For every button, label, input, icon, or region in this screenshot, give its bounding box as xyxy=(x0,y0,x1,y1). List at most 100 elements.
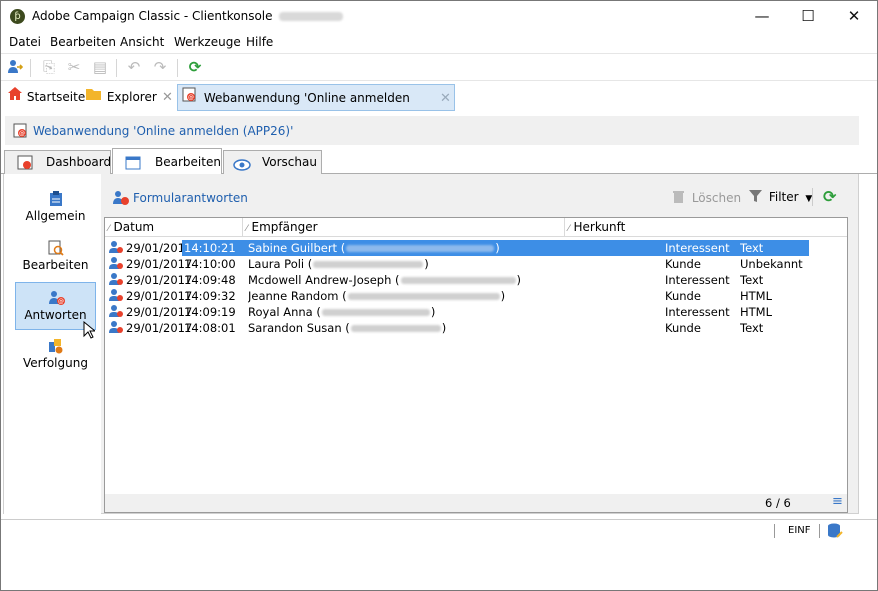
nav-label: Allgemein xyxy=(25,209,86,223)
window-title: Adobe Campaign Classic - Clientkonsole xyxy=(32,9,273,23)
responses-panel: Formularantworten Löschen Filter ▼ ⟳ ⁄ D… xyxy=(104,182,848,513)
close-tab-icon[interactable]: ✕ xyxy=(440,85,451,112)
status-bar: EINF xyxy=(1,519,877,541)
copy-icon[interactable]: ⎘ xyxy=(40,58,58,76)
app-window: ƥ Adobe Campaign Classic - Clientkonsole… xyxy=(0,0,878,591)
delete-label: Löschen xyxy=(691,190,742,205)
cell-recipient: Royal Anna () xyxy=(248,305,436,319)
redacted-user xyxy=(278,12,343,21)
record-count: 6 / 6 xyxy=(765,496,791,510)
cell-format: Unbekannt xyxy=(740,257,803,271)
redo-icon[interactable]: ↷ xyxy=(151,58,169,76)
refresh-icon[interactable]: ⟳ xyxy=(186,58,204,76)
webapp-icon: @ xyxy=(13,123,28,141)
tab-label: Startseite xyxy=(26,90,86,104)
filter-label: Filter xyxy=(768,190,799,204)
table-row[interactable]: 29/01/2017 14:09:48 Mcdowell Andrew-Jose… xyxy=(105,272,847,288)
status-separator xyxy=(774,524,775,538)
form-responses-icon xyxy=(112,190,130,209)
refresh-icon[interactable]: ⟳ xyxy=(823,187,836,206)
document-tabs: Startseite Explorer ✕ @ Webanwendung 'On… xyxy=(1,84,877,132)
minimize-button[interactable]: — xyxy=(739,1,785,32)
page-title: Webanwendung 'Online anmelden (APP26)' xyxy=(33,124,294,138)
nav-bearbeiten[interactable]: Bearbeiten xyxy=(15,233,96,281)
cut-icon[interactable]: ✂ xyxy=(65,58,83,76)
menu-datei[interactable]: Datei xyxy=(9,35,41,49)
app-logo-icon: ƥ xyxy=(10,9,25,24)
column-header-herkunft[interactable]: ⁄ Herkunft xyxy=(565,218,847,237)
responses-icon: @ xyxy=(48,290,65,306)
table-row[interactable]: 29/01/2017 14:08:01 Sarandon Susan () Ku… xyxy=(105,320,847,336)
response-icon xyxy=(109,304,125,320)
menu-ansicht[interactable]: Ansicht xyxy=(120,35,164,49)
tab-explorer[interactable]: Explorer xyxy=(85,84,157,111)
nav-label: Bearbeiten xyxy=(22,258,89,272)
table-row[interactable]: 29/01/2017 14:10:21 Sabine Guilbert () I… xyxy=(105,240,847,256)
filter-icon xyxy=(749,189,762,206)
connect-icon[interactable] xyxy=(6,58,24,76)
cell-format: Text xyxy=(740,241,764,255)
table-row[interactable]: 29/01/2017 14:09:19 Royal Anna () Intere… xyxy=(105,304,847,320)
cell-origin: Kunde xyxy=(665,289,701,303)
close-tab-icon[interactable]: ✕ xyxy=(162,84,173,111)
nav-label: Antworten xyxy=(24,308,87,322)
database-icon[interactable] xyxy=(827,523,843,542)
breadcrumb: @ Webanwendung 'Online anmelden (APP26)' xyxy=(5,116,859,145)
main-area: Allgemein Bearbeiten @ Antworten Verfolg… xyxy=(3,174,859,514)
tab-bearbeiten[interactable]: Bearbeiten xyxy=(112,148,222,175)
cell-time: 14:10:00 xyxy=(184,257,236,271)
toolbar: ⎘ ✂ ▤ ↶ ↷ ⟳ xyxy=(1,53,877,81)
toolbar-separator xyxy=(30,59,31,77)
menu-bearbeiten[interactable]: Bearbeiten xyxy=(50,35,116,49)
cell-date: 29/01/2017 xyxy=(126,289,193,303)
list-menu-icon[interactable]: ≡ xyxy=(832,494,843,509)
cell-time: 14:09:32 xyxy=(184,289,236,303)
tab-dashboard[interactable]: Dashboard xyxy=(4,150,111,174)
table-footer: 6 / 6 ≡ xyxy=(105,494,847,512)
menu-bar: Datei Bearbeiten Ansicht Werkzeuge Hilfe xyxy=(1,32,877,52)
undo-icon[interactable]: ↶ xyxy=(125,58,143,76)
svg-text:@: @ xyxy=(19,130,25,137)
tab-label: Bearbeiten xyxy=(155,155,221,169)
toolbar-separator xyxy=(177,59,178,77)
mouse-cursor-icon xyxy=(83,320,97,342)
cell-date: 29/01/2017 xyxy=(126,321,193,335)
status-separator xyxy=(819,524,820,538)
cell-origin: Kunde xyxy=(665,321,701,335)
menu-hilfe[interactable]: Hilfe xyxy=(246,35,273,49)
close-button[interactable]: ✕ xyxy=(831,1,877,32)
tab-vorschau[interactable]: Vorschau xyxy=(223,150,322,174)
column-header-empfaenger[interactable]: ⁄ Empfänger xyxy=(243,218,565,237)
cell-origin: Interessent xyxy=(665,241,730,255)
nav-label: Verfolgung xyxy=(23,356,88,370)
cell-date: 29/01/2017 xyxy=(126,257,193,271)
cell-recipient: Sabine Guilbert () xyxy=(248,241,500,255)
cell-time: 14:10:21 xyxy=(184,241,236,255)
table-row[interactable]: 29/01/2017 14:10:00 Laura Poli () Kunde … xyxy=(105,256,847,272)
toolbar-separator xyxy=(812,188,813,206)
table-row[interactable]: 29/01/2017 14:09:32 Jeanne Random () Kun… xyxy=(105,288,847,304)
delete-button[interactable]: Löschen xyxy=(672,189,741,207)
response-icon xyxy=(109,256,125,272)
paste-icon[interactable]: ▤ xyxy=(91,58,109,76)
response-icon xyxy=(109,240,125,256)
maximize-button[interactable]: ☐ xyxy=(785,1,831,32)
cell-origin: Kunde xyxy=(665,257,701,271)
toolbar-separator xyxy=(116,59,117,77)
svg-text:@: @ xyxy=(58,298,64,305)
cell-format: HTML xyxy=(740,305,773,319)
left-navigation: Allgemein Bearbeiten @ Antworten Verfolg… xyxy=(4,174,101,514)
cell-format: HTML xyxy=(740,289,773,303)
tab-startseite[interactable]: Startseite xyxy=(7,84,85,111)
tab-webanwendung[interactable]: @ Webanwendung 'Online anmelden (APP26)'… xyxy=(177,84,455,132)
filter-button[interactable]: Filter ▼ xyxy=(749,189,812,206)
folder-icon xyxy=(85,84,103,111)
tracking-icon xyxy=(48,338,64,354)
list-title: Formularantworten xyxy=(133,191,248,205)
column-header-datum[interactable]: ⁄ Datum xyxy=(105,218,243,237)
cell-time: 14:09:19 xyxy=(184,305,236,319)
menu-werkzeuge[interactable]: Werkzeuge xyxy=(174,35,241,49)
responses-table: ⁄ Datum ⁄ Empfänger ⁄ Herkunft 29/01/2017 1… xyxy=(104,217,848,513)
cell-origin: Interessent xyxy=(665,273,730,287)
nav-allgemein[interactable]: Allgemein xyxy=(15,184,96,232)
